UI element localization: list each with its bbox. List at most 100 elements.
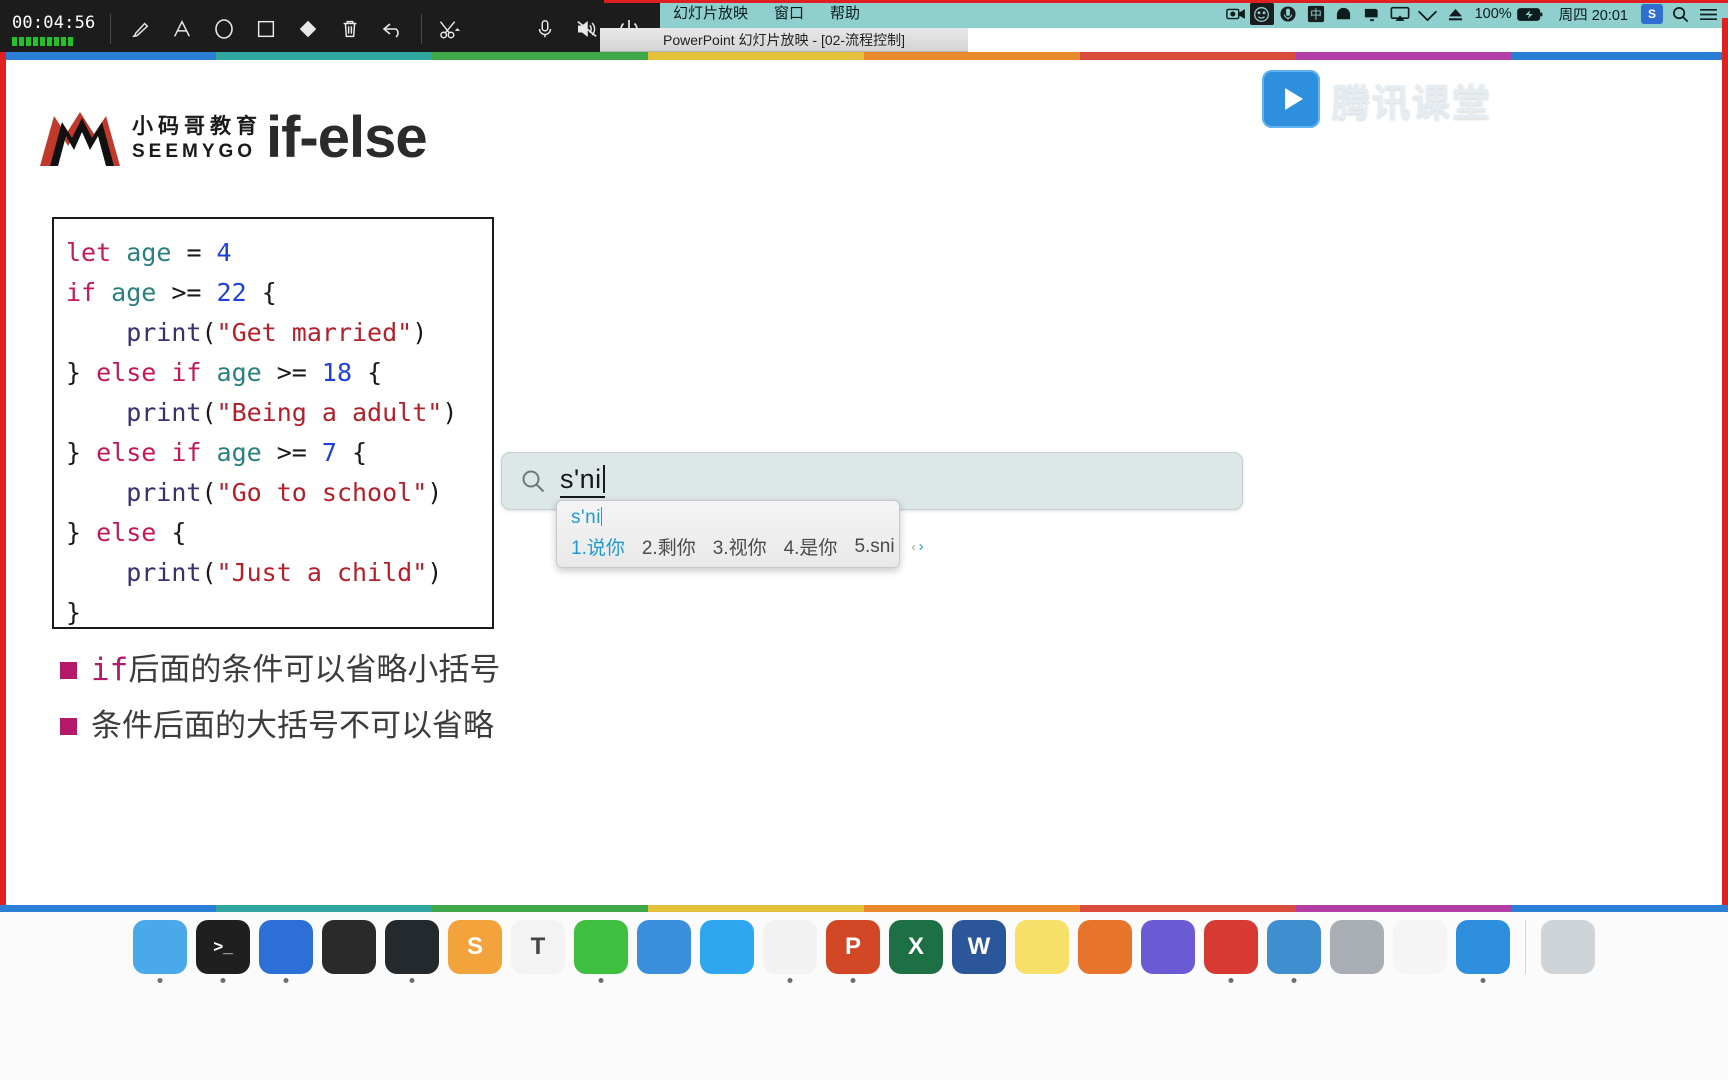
code-token: { bbox=[352, 358, 383, 387]
ime-candidate[interactable]: 1.说你 bbox=[571, 533, 625, 560]
brush-tool-icon[interactable] bbox=[119, 8, 161, 50]
text-tool-icon[interactable] bbox=[161, 8, 203, 50]
search-input-value[interactable]: s'ni bbox=[560, 464, 605, 498]
eject-icon[interactable] bbox=[1442, 3, 1470, 25]
code-token: ) bbox=[442, 398, 458, 427]
logo-text-en: SEEMYGO bbox=[132, 141, 257, 162]
search-icon[interactable] bbox=[1666, 3, 1694, 25]
ime-prev-page-icon[interactable]: ‹ bbox=[912, 540, 916, 554]
dock-divider bbox=[1525, 920, 1526, 974]
screen-border-top bbox=[604, 0, 1728, 3]
search-icon bbox=[520, 468, 546, 494]
dock-icon-photos[interactable] bbox=[1393, 920, 1447, 974]
bullet-item: 条件后面的大括号不可以省略 bbox=[60, 706, 500, 746]
dock-icon-screenflow[interactable] bbox=[1267, 920, 1321, 974]
code-token: } bbox=[66, 598, 82, 627]
screen-record-icon[interactable] bbox=[1222, 3, 1250, 25]
menu-item-slideshow[interactable]: 幻灯片放映 bbox=[660, 0, 761, 28]
menubar-clock[interactable]: 周四 20:01 bbox=[1545, 4, 1638, 25]
stripe-segment-top bbox=[648, 52, 864, 60]
ime-candidate[interactable]: 5.sni bbox=[854, 536, 894, 558]
ime-candidate-popup[interactable]: s'ni 1.说你 2.剩你 3.视你 4.是你 5.sni ‹ › bbox=[556, 500, 924, 568]
airplay-icon[interactable] bbox=[1386, 3, 1414, 25]
bullet-text: 条件后面的大括号不可以省略 bbox=[91, 708, 494, 743]
code-token: if bbox=[66, 278, 112, 307]
dock-icon-terminal[interactable]: >_ bbox=[196, 920, 250, 974]
dock-icon-github-desktop[interactable] bbox=[385, 920, 439, 974]
code-token: { bbox=[171, 518, 187, 547]
play-badge-icon bbox=[1262, 70, 1320, 128]
dock-icon-word[interactable]: W bbox=[952, 920, 1006, 974]
dock-icon-charles[interactable] bbox=[637, 920, 691, 974]
code-token: ( bbox=[201, 398, 217, 427]
dock-icon-label: W bbox=[967, 933, 991, 960]
code-token: print bbox=[66, 478, 202, 507]
dock-icon-system-preferences[interactable] bbox=[1330, 920, 1384, 974]
code-token: age bbox=[111, 278, 172, 307]
code-token: ( bbox=[201, 318, 217, 347]
dock-icon-trash[interactable] bbox=[1541, 920, 1595, 974]
menu-item-window[interactable]: 窗口 bbox=[761, 0, 817, 28]
menu-item-help[interactable]: 帮助 bbox=[817, 0, 873, 28]
control-center-icon[interactable] bbox=[1694, 3, 1722, 25]
dock-icon-wechat[interactable] bbox=[574, 920, 628, 974]
ellipse-tool-icon[interactable] bbox=[203, 8, 245, 50]
code-token: let bbox=[66, 238, 127, 267]
wifi-icon[interactable] bbox=[1414, 3, 1442, 25]
dock-icon-xcode[interactable] bbox=[259, 920, 313, 974]
dock-icon-excel[interactable]: X bbox=[889, 920, 943, 974]
rectangle-tool-icon[interactable] bbox=[245, 8, 287, 50]
microphone-icon[interactable] bbox=[1274, 3, 1302, 25]
dock-icon-iina[interactable] bbox=[1141, 920, 1195, 974]
code-token: = bbox=[186, 238, 217, 267]
ime-candidate[interactable]: 4.是你 bbox=[784, 533, 838, 560]
battery-icon[interactable] bbox=[1516, 3, 1545, 25]
dock-icon-finder[interactable] bbox=[133, 920, 187, 974]
svg-text:中: 中 bbox=[1310, 8, 1322, 22]
ime-next-page-icon[interactable]: › bbox=[919, 538, 924, 555]
trash-tool-icon[interactable] bbox=[329, 8, 371, 50]
color-stripe-bottom bbox=[0, 905, 1728, 912]
scissors-tool-icon[interactable] bbox=[430, 8, 472, 50]
bullet-list: if后面的条件可以省略小括号 条件后面的大括号不可以省略 bbox=[60, 650, 500, 762]
recording-timer-value: 00:04:56 bbox=[12, 12, 96, 33]
eraser-tool-icon[interactable] bbox=[287, 8, 329, 50]
seemygo-logo-icon bbox=[36, 108, 128, 170]
stripe-segment-bottom bbox=[1080, 905, 1296, 912]
dock-icon-typora[interactable]: T bbox=[511, 920, 565, 974]
dock-icon-netease-music[interactable] bbox=[1204, 920, 1258, 974]
toolbar-divider bbox=[110, 14, 111, 44]
code-token: print bbox=[66, 398, 202, 427]
dock-icon-powerpoint[interactable]: P bbox=[826, 920, 880, 974]
microphone-tool-icon[interactable] bbox=[524, 8, 566, 50]
code-token: ) bbox=[412, 318, 428, 347]
ime-candidate[interactable]: 2.剩你 bbox=[642, 533, 696, 560]
stripe-segment-bottom bbox=[1512, 905, 1728, 912]
stripe-segment-bottom bbox=[648, 905, 864, 912]
emoji-icon[interactable] bbox=[1249, 3, 1274, 25]
dock-icon-label: T bbox=[530, 933, 546, 960]
bullet-text: if后面的条件可以省略小括号 bbox=[91, 652, 501, 688]
dock-icon-label: P bbox=[844, 933, 861, 960]
code-token: ( bbox=[201, 478, 217, 507]
ime-composing-text: s'ni bbox=[571, 507, 603, 528]
notification-icon[interactable] bbox=[1358, 3, 1386, 25]
code-token: 7 bbox=[321, 438, 337, 467]
dock-icon-sublime-text[interactable]: S bbox=[448, 920, 502, 974]
undo-tool-icon[interactable] bbox=[371, 8, 413, 50]
ime-candidate[interactable]: 3.视你 bbox=[713, 533, 767, 560]
dock-icon-keka[interactable] bbox=[322, 920, 376, 974]
dock-icon-chrome[interactable] bbox=[763, 920, 817, 974]
dock-icon-safari[interactable] bbox=[700, 920, 754, 974]
dropbox-icon[interactable] bbox=[1330, 3, 1358, 25]
dock-icon-tencent-classroom[interactable] bbox=[1456, 920, 1510, 974]
watermark-brand: 腾讯课堂 bbox=[1262, 68, 1562, 130]
logo-text-cn: 小码哥教育 bbox=[132, 115, 262, 138]
stripe-segment-top bbox=[1296, 52, 1512, 60]
ime-pager: ‹ › bbox=[912, 538, 928, 555]
input-source-icon[interactable]: 中 bbox=[1302, 3, 1330, 25]
bullet-square-icon bbox=[60, 717, 77, 735]
screenshot-badge-icon[interactable]: S bbox=[1638, 3, 1666, 25]
dock-icon-vlc[interactable] bbox=[1078, 920, 1132, 974]
dock-icon-notes[interactable] bbox=[1015, 920, 1069, 974]
